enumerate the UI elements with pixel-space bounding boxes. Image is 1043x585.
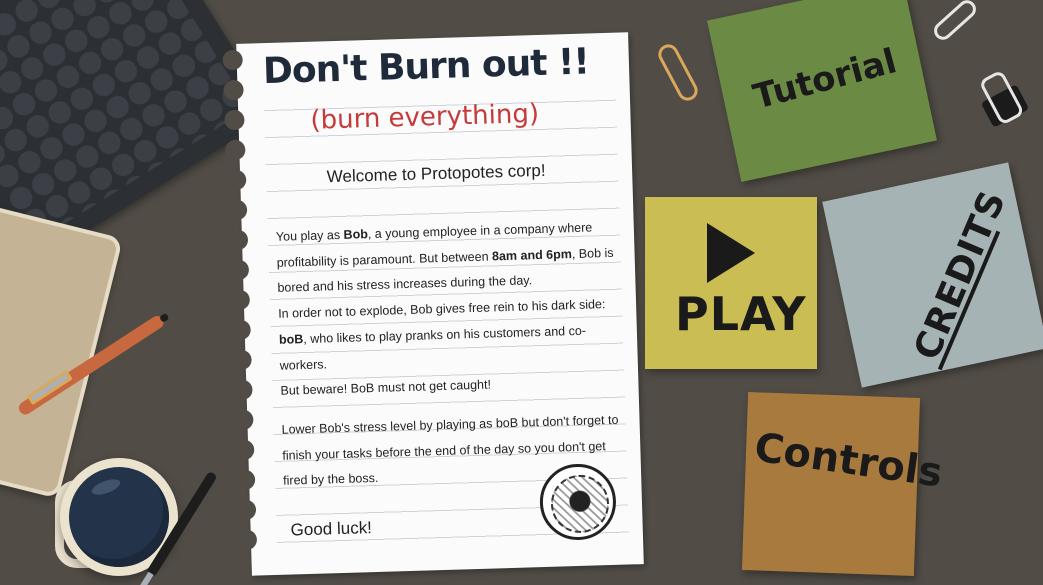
- intro-paragraph-2: In order not to explode, Bob gives free …: [278, 297, 606, 373]
- intro-paragraph-1: You play as Bob, a young employee in a c…: [275, 220, 614, 296]
- paperclip-icon: [930, 0, 980, 44]
- paperclip-icon: [654, 40, 702, 105]
- instructions-paper: Don't Burn out !! (burn everything) Welc…: [222, 32, 644, 576]
- credits-button[interactable]: CREDITS: [822, 162, 1043, 388]
- credits-label: CREDITS: [906, 184, 1015, 366]
- good-luck-text: Good luck!: [290, 518, 373, 540]
- tutorial-button[interactable]: Tutorial: [707, 0, 937, 182]
- work-hours: 8am and 6pm: [491, 246, 573, 264]
- bob-name: Bob: [343, 227, 369, 242]
- bob-dark-name: boB: [278, 331, 304, 347]
- paper-holes: [222, 49, 263, 571]
- desk-background: Don't Burn out !! (burn everything) Welc…: [0, 0, 1043, 585]
- play-label: PLAY: [675, 287, 807, 341]
- intro-text: You play as Bob, a young employee in a c…: [276, 215, 626, 405]
- controls-label: Controls: [751, 424, 946, 497]
- tutorial-label: Tutorial: [749, 41, 901, 118]
- play-icon: [707, 223, 755, 283]
- play-button[interactable]: PLAY: [645, 197, 817, 369]
- controls-button[interactable]: Controls: [741, 392, 945, 576]
- binder-clip-icon: [978, 69, 1030, 128]
